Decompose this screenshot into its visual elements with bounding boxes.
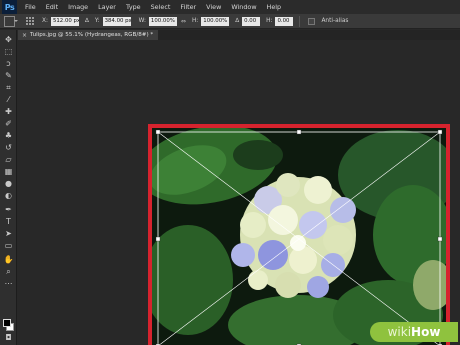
- menu-type[interactable]: Type: [126, 3, 141, 11]
- more-tools-icon[interactable]: ⋯: [3, 278, 14, 289]
- pen-tool-icon[interactable]: ✒: [3, 204, 14, 215]
- angle-input[interactable]: 0.00: [242, 16, 261, 26]
- options-bar: X: 512.00 px ∆ Y: 384.00 px W: 100.00% ⇔…: [0, 14, 460, 29]
- height-label: H:: [191, 18, 199, 24]
- blur-tool-icon[interactable]: ●: [3, 178, 14, 189]
- tool-preset-picker[interactable]: [4, 15, 18, 27]
- clone-stamp-tool-icon[interactable]: ♣: [3, 130, 14, 141]
- foreground-color-swatch[interactable]: [3, 319, 11, 327]
- crop-tool-icon[interactable]: ⌗: [3, 82, 14, 93]
- lasso-tool-icon[interactable]: ↄ: [3, 58, 14, 69]
- menu-filter[interactable]: Filter: [180, 3, 196, 11]
- menu-help[interactable]: Help: [267, 3, 282, 11]
- wikihow-logo: wiki How: [370, 322, 458, 342]
- menu-select[interactable]: Select: [151, 3, 171, 11]
- tools-panel: ✥ ⬚ ↄ ✎ ⌗ ⁄ ✚ ✐ ♣ ↺ ▱ ▦ ● ◐ ✒ T ➤ ▭ ✋ ⌕ …: [0, 30, 17, 345]
- height-input[interactable]: 100.00%: [201, 16, 230, 26]
- eyedropper-tool-icon[interactable]: ⁄: [3, 94, 14, 105]
- path-select-tool-icon[interactable]: ➤: [3, 228, 14, 239]
- close-icon[interactable]: ×: [22, 32, 27, 39]
- hand-tool-icon[interactable]: ✋: [3, 254, 14, 265]
- width-label: W:: [138, 18, 146, 24]
- eraser-tool-icon[interactable]: ▱: [3, 154, 14, 165]
- type-tool-icon[interactable]: T: [3, 216, 14, 227]
- canvas-area[interactable]: [18, 40, 460, 345]
- menu-window[interactable]: Window: [231, 3, 256, 11]
- antialias-checkbox[interactable]: [308, 17, 316, 25]
- dodge-tool-icon[interactable]: ◐: [3, 190, 14, 201]
- y-position-input[interactable]: 384.00 px: [102, 16, 131, 26]
- hydrangea-photo: [148, 125, 448, 345]
- history-brush-tool-icon[interactable]: ↺: [3, 142, 14, 153]
- wikihow-wiki-text: wiki: [387, 325, 412, 339]
- quick-mask-icon[interactable]: ◘: [3, 332, 14, 343]
- document-tab-bar: × Tulips.jpg @ 55.1% (Hydrangeas, RGB/8#…: [18, 30, 460, 40]
- skew-input[interactable]: 0.00: [275, 16, 294, 26]
- reference-point-icon[interactable]: [25, 17, 34, 26]
- menu-view[interactable]: View: [206, 3, 221, 11]
- quick-select-tool-icon[interactable]: ✎: [3, 70, 14, 81]
- photoshop-window: Ps File Edit Image Layer Type Select Fil…: [0, 0, 460, 345]
- healing-tool-icon[interactable]: ✚: [3, 106, 14, 117]
- document-title: Tulips.jpg @ 55.1% (Hydrangeas, RGB/8#) …: [30, 32, 154, 38]
- brush-tool-icon[interactable]: ✐: [3, 118, 14, 129]
- menu-file[interactable]: File: [25, 3, 36, 11]
- skew-label: H:: [266, 18, 273, 24]
- antialias-label: Anti-alias: [321, 18, 349, 24]
- move-tool-icon[interactable]: ✥: [3, 34, 14, 45]
- y-label: Y:: [94, 18, 100, 24]
- link-icon[interactable]: ⇔: [181, 18, 186, 25]
- marquee-tool-icon[interactable]: ⬚: [3, 46, 14, 57]
- width-input[interactable]: 100.00%: [148, 16, 177, 26]
- x-position-input[interactable]: 512.00 px: [50, 16, 79, 26]
- shape-tool-icon[interactable]: ▭: [3, 240, 14, 251]
- document-tab[interactable]: × Tulips.jpg @ 55.1% (Hydrangeas, RGB/8#…: [18, 30, 158, 40]
- menu-edit[interactable]: Edit: [46, 3, 58, 11]
- gradient-tool-icon[interactable]: ▦: [3, 166, 14, 177]
- zoom-tool-icon[interactable]: ⌕: [3, 266, 14, 277]
- menu-image[interactable]: Image: [68, 3, 88, 11]
- delta-icon: ∆: [84, 18, 89, 24]
- menu-layer[interactable]: Layer: [98, 3, 116, 11]
- angle-icon: ∆: [235, 18, 240, 24]
- separator: [299, 15, 301, 27]
- photoshop-logo: Ps: [2, 0, 17, 14]
- wikihow-how-text: How: [411, 325, 441, 339]
- x-label: X:: [42, 18, 48, 24]
- menu-bar: Ps File Edit Image Layer Type Select Fil…: [0, 0, 460, 14]
